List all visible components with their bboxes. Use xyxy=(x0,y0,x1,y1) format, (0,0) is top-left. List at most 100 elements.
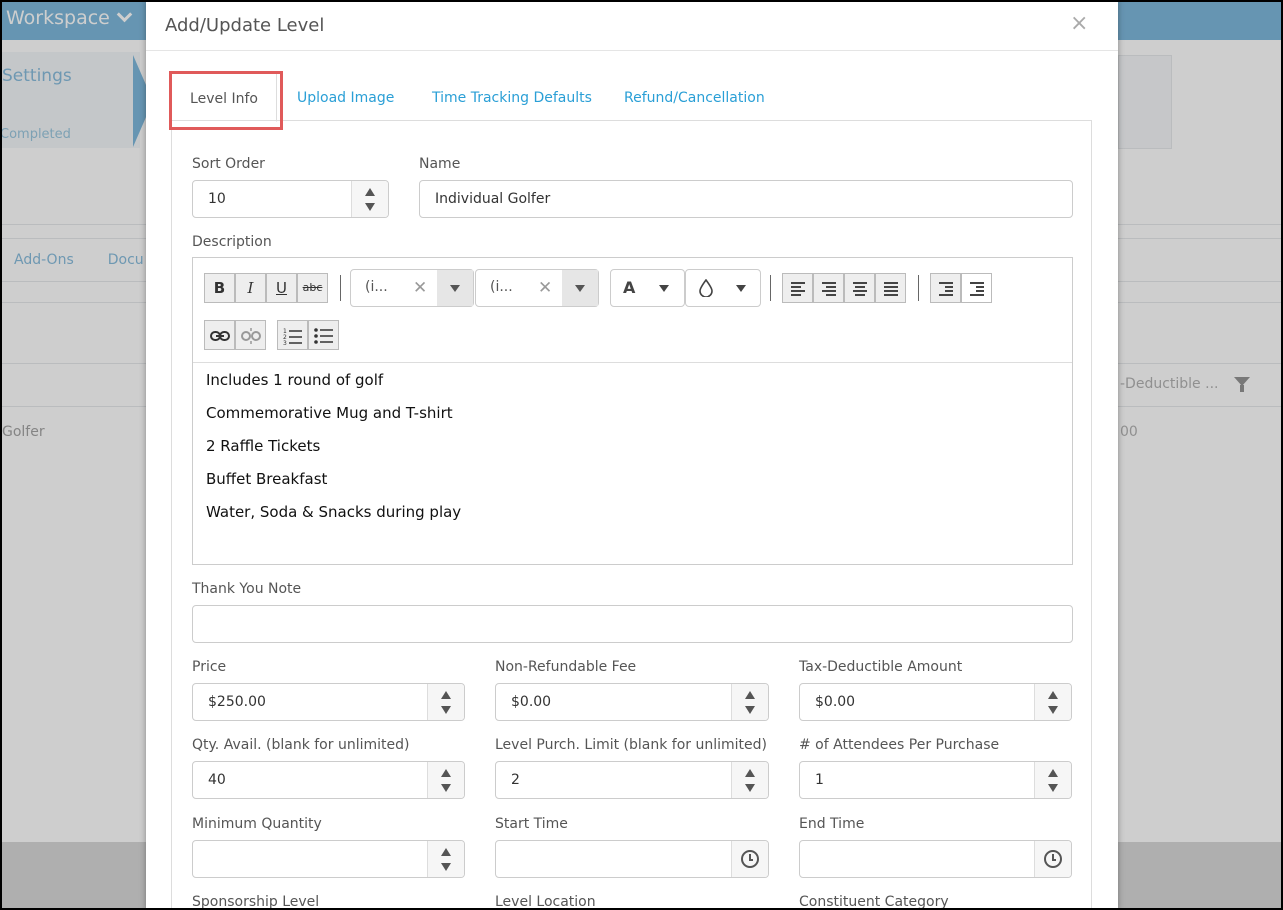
editor-content-area[interactable]: Includes 1 round of golf Commemorative M… xyxy=(206,370,461,535)
price-value: $250.00 xyxy=(208,694,266,710)
spin-up-icon[interactable] xyxy=(365,188,375,196)
align-right-icon xyxy=(822,282,836,298)
qty-avail-value: 40 xyxy=(208,772,226,788)
font-family-select[interactable]: (i... ✕ xyxy=(350,269,474,307)
link-icon xyxy=(210,331,230,341)
qty-avail-label: Qty. Avail. (blank for unlimited) xyxy=(192,737,410,753)
toolbar-separator xyxy=(918,275,919,301)
attendees-per-purchase-input[interactable]: 1 xyxy=(799,761,1072,799)
description-label: Description xyxy=(192,234,272,250)
non-refundable-fee-label: Non-Refundable Fee xyxy=(495,659,637,675)
tax-deductible-amount-stepper[interactable] xyxy=(1034,684,1071,720)
spin-down-icon[interactable] xyxy=(745,784,755,792)
indent-icon xyxy=(970,282,984,298)
remove-link-button[interactable] xyxy=(235,320,266,350)
qty-avail-input[interactable]: 40 xyxy=(192,761,465,799)
sort-order-input[interactable]: 10 xyxy=(192,180,389,218)
italic-button[interactable]: I xyxy=(235,273,266,303)
level-purch-limit-label: Level Purch. Limit (blank for unlimited) xyxy=(495,737,768,753)
strikethrough-button[interactable]: abc xyxy=(297,273,328,303)
content-line: Includes 1 round of golf xyxy=(206,371,384,389)
constituent-category-label: Constituent Category xyxy=(799,894,949,910)
spin-down-icon[interactable] xyxy=(441,706,451,714)
end-time-picker-button[interactable] xyxy=(1034,841,1071,877)
font-size-select[interactable]: (i... ✕ xyxy=(475,269,599,307)
ordered-list-button[interactable]: 1 2 3 xyxy=(277,320,308,350)
level-location-label: Level Location xyxy=(495,894,596,910)
spin-down-icon[interactable] xyxy=(365,203,375,211)
spin-up-icon[interactable] xyxy=(441,769,451,777)
spin-down-icon[interactable] xyxy=(1048,784,1058,792)
underline-button[interactable]: U xyxy=(266,273,297,303)
spin-up-icon[interactable] xyxy=(745,769,755,777)
font-color-icon: A xyxy=(623,278,636,297)
font-family-value: (i... xyxy=(365,279,388,295)
name-input[interactable]: Individual Golfer xyxy=(419,180,1073,218)
level-purch-limit-stepper[interactable] xyxy=(731,762,768,798)
clock-icon xyxy=(741,850,759,868)
chevron-down-icon xyxy=(736,285,746,292)
spin-up-icon[interactable] xyxy=(1048,691,1058,699)
spin-up-icon[interactable] xyxy=(1048,769,1058,777)
thank-you-note-input[interactable] xyxy=(192,605,1073,643)
insert-link-button[interactable] xyxy=(204,320,235,350)
indent-button[interactable] xyxy=(961,273,992,303)
minimum-quantity-stepper[interactable] xyxy=(427,841,464,877)
level-purch-limit-input[interactable]: 2 xyxy=(495,761,769,799)
description-editor: B I U abc (i... ✕ (i... ✕ A 1 2 3 Includ… xyxy=(192,257,1073,565)
spin-down-icon[interactable] xyxy=(1048,706,1058,714)
attendees-per-purchase-label: # of Attendees Per Purchase xyxy=(799,737,1000,753)
spin-down-icon[interactable] xyxy=(441,863,451,871)
align-center-button[interactable] xyxy=(844,273,875,303)
sponsorship-level-label: Sponsorship Level xyxy=(192,894,320,910)
minimum-quantity-input[interactable] xyxy=(192,840,465,878)
background-color-picker[interactable] xyxy=(685,269,761,307)
end-time-input[interactable] xyxy=(799,840,1072,878)
tax-deductible-amount-input[interactable]: $0.00 xyxy=(799,683,1072,721)
align-right-button[interactable] xyxy=(813,273,844,303)
svg-text:3: 3 xyxy=(283,340,287,345)
name-label: Name xyxy=(419,156,461,172)
unlink-icon xyxy=(241,328,261,344)
content-line: 2 Raffle Tickets xyxy=(206,437,321,455)
spin-up-icon[interactable] xyxy=(441,691,451,699)
chevron-down-icon xyxy=(659,285,669,292)
clear-icon[interactable]: ✕ xyxy=(413,278,427,298)
bold-button[interactable]: B xyxy=(204,273,235,303)
align-justify-icon xyxy=(884,282,898,298)
name-value: Individual Golfer xyxy=(435,191,551,207)
spin-up-icon[interactable] xyxy=(745,691,755,699)
clear-icon[interactable]: ✕ xyxy=(538,278,552,298)
content-line: Commemorative Mug and T-shirt xyxy=(206,404,453,422)
tax-deductible-amount-label: Tax-Deductible Amount xyxy=(799,659,963,675)
editor-toolbar: B I U abc (i... ✕ (i... ✕ A 1 2 3 xyxy=(193,258,1072,363)
align-left-button[interactable] xyxy=(782,273,813,303)
chevron-down-icon[interactable] xyxy=(437,270,473,306)
price-stepper[interactable] xyxy=(427,684,464,720)
attendees-per-purchase-stepper[interactable] xyxy=(1034,762,1071,798)
font-color-picker[interactable]: A xyxy=(610,269,685,307)
start-time-picker-button[interactable] xyxy=(731,841,768,877)
spin-down-icon[interactable] xyxy=(441,784,451,792)
align-left-icon xyxy=(791,282,805,298)
sort-order-label: Sort Order xyxy=(192,156,265,172)
non-refundable-fee-input[interactable]: $0.00 xyxy=(495,683,769,721)
bullet-list-button[interactable] xyxy=(308,320,339,350)
level-purch-limit-value: 2 xyxy=(511,772,520,788)
clock-icon xyxy=(1044,850,1062,868)
spin-down-icon[interactable] xyxy=(745,706,755,714)
non-refundable-fee-stepper[interactable] xyxy=(731,684,768,720)
ordered-list-icon: 1 2 3 xyxy=(283,328,302,345)
start-time-input[interactable] xyxy=(495,840,769,878)
qty-avail-stepper[interactable] xyxy=(427,762,464,798)
minimum-quantity-label: Minimum Quantity xyxy=(192,816,322,832)
chevron-down-icon[interactable] xyxy=(562,270,598,306)
thank-you-note-label: Thank You Note xyxy=(192,581,302,597)
sort-order-stepper[interactable] xyxy=(351,181,388,217)
outdent-button[interactable] xyxy=(930,273,961,303)
start-time-label: Start Time xyxy=(495,816,568,832)
price-input[interactable]: $250.00 xyxy=(192,683,465,721)
align-justify-button[interactable] xyxy=(875,273,906,303)
spin-up-icon[interactable] xyxy=(441,848,451,856)
price-label: Price xyxy=(192,659,227,675)
